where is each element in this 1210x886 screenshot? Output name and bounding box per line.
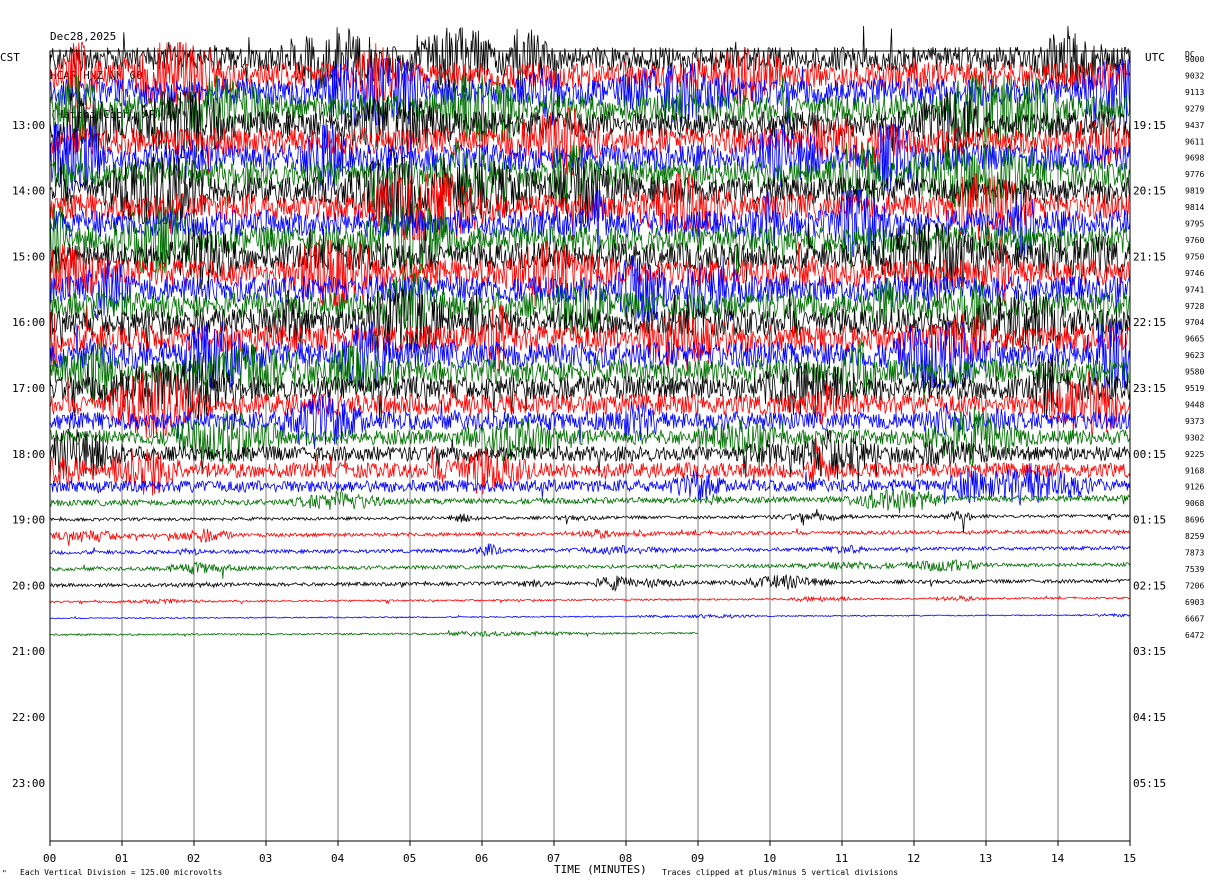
left-hour-label: 19:00 (12, 514, 45, 527)
x-tick-label: 11 (835, 852, 848, 865)
seismic-traces (49, 25, 1131, 638)
right-hour-label: 01:15 (1133, 514, 1166, 527)
trace-line (49, 573, 1131, 592)
dc-offset-label: 9168 (1185, 466, 1204, 475)
dc-offset-label: 9776 (1185, 170, 1204, 179)
right-hour-label: 03:15 (1133, 645, 1166, 658)
left-hour-label: 16:00 (12, 316, 45, 329)
dc-offset-label: 9302 (1185, 433, 1204, 442)
dc-offset-labels: 9000 9032 9113 9279 9437 9611 9698 9776 9819 9814… (1185, 55, 1204, 640)
dc-offset-label: 9437 (1185, 121, 1204, 130)
trace-line (49, 488, 1131, 514)
dc-offset-label: 9750 (1185, 252, 1204, 261)
trace-line (49, 630, 699, 638)
dc-offset-label: 9665 (1185, 335, 1204, 344)
dc-offset-label: 9000 (1185, 55, 1204, 64)
x-tick-label: 06 (475, 852, 488, 865)
trace-line (49, 437, 1131, 496)
dc-offset-label: 9279 (1185, 104, 1204, 113)
vertical-division-note: Each Vertical Division = 125.00 microvol… (20, 868, 222, 877)
dc-offset-label: 9704 (1185, 318, 1204, 327)
dc-offset-label: 6472 (1185, 631, 1204, 640)
dc-offset-label: 9068 (1185, 499, 1204, 508)
trace-line (49, 543, 1131, 557)
x-tick-label: 09 (691, 852, 704, 865)
x-tick-label: 14 (1051, 852, 1065, 865)
left-hour-label: 20:00 (12, 579, 45, 592)
right-hour-label: 20:15 (1133, 185, 1166, 198)
x-axis-ticks: 00 01 02 03 04 05 06 07 08 09 10 11 12 13 14 15 (43, 841, 1136, 865)
right-hour-label: 22:15 (1133, 316, 1166, 329)
dc-offset-label: 7539 (1185, 565, 1204, 574)
dc-offset-label: 9611 (1185, 137, 1204, 146)
left-hour-label: 23:00 (12, 777, 45, 790)
clip-note: Traces clipped at plus/minus 5 vertical … (662, 868, 898, 877)
x-tick-label: 15 (1123, 852, 1136, 865)
left-hour-label: 14:00 (12, 185, 45, 198)
dc-offset-label: 9760 (1185, 236, 1204, 245)
left-hour-label: 17:00 (12, 382, 45, 395)
right-hour-label: 23:15 (1133, 382, 1166, 395)
x-tick-label: 12 (907, 852, 920, 865)
dc-offset-label: 9113 (1185, 88, 1204, 97)
dc-offset-label: 9373 (1185, 417, 1204, 426)
left-hour-label: 21:00 (12, 645, 45, 658)
x-tick-label: 13 (979, 852, 992, 865)
dc-offset-label: 9580 (1185, 368, 1204, 377)
left-hour-label: 15:00 (12, 250, 45, 263)
dc-offset-label: 9032 (1185, 71, 1204, 80)
right-hour-label: 04:15 (1133, 711, 1166, 724)
left-hour-label: 18:00 (12, 448, 45, 461)
left-hour-label: 13:00 (12, 119, 45, 132)
trace-line (49, 321, 1131, 390)
helicorder-plot: CST UTC DC 13:0014:0015:0016:0017:0018:0… (0, 25, 1204, 878)
x-tick-label: 02 (187, 852, 200, 865)
dc-offset-label: 9741 (1185, 285, 1204, 294)
right-timezone-label: UTC (1145, 51, 1165, 64)
left-timezone-label: CST (0, 51, 20, 64)
dc-offset-label: 7206 (1185, 581, 1204, 590)
trace-line (49, 559, 1131, 579)
dc-offset-label: 9448 (1185, 400, 1204, 409)
trace-line (49, 528, 1131, 547)
left-hour-label: 22:00 (12, 711, 45, 724)
x-tick-label: 00 (43, 852, 56, 865)
trace-line (49, 613, 1131, 620)
left-hour-labels: 13:00 14:00 15:00 16:00 17:00 18:00 19:00 20:00… (12, 119, 45, 790)
x-tick-label: 01 (115, 852, 128, 865)
x-tick-label: 05 (403, 852, 416, 865)
corner-mark: " (2, 869, 7, 878)
x-tick-label: 04 (331, 852, 345, 865)
dc-offset-label: 6667 (1185, 614, 1204, 623)
right-hour-label: 02:15 (1133, 579, 1166, 592)
right-hour-label: 21:15 (1133, 250, 1166, 263)
dc-offset-label: 9225 (1185, 450, 1204, 459)
x-tick-label: 03 (259, 852, 272, 865)
dc-offset-label: 9814 (1185, 203, 1204, 212)
dc-offset-label: 9623 (1185, 351, 1204, 360)
x-axis-title: TIME (MINUTES) (554, 863, 647, 876)
dc-offset-label: 9126 (1185, 483, 1204, 492)
dc-offset-label: 7873 (1185, 549, 1204, 558)
right-hour-label: 19:15 (1133, 119, 1166, 132)
trace-line (49, 594, 1131, 605)
dc-offset-label: 9746 (1185, 269, 1204, 278)
trace-line (49, 509, 1131, 533)
right-hour-label: 00:15 (1133, 448, 1166, 461)
right-hour-labels: 19:15 20:15 21:15 22:15 23:15 00:15 01:15 02:15… (1133, 119, 1166, 790)
dc-offset-label: 9795 (1185, 220, 1204, 229)
x-tick-label: 10 (763, 852, 776, 865)
right-hour-label: 05:15 (1133, 777, 1166, 790)
dc-offset-label: 9698 (1185, 154, 1204, 163)
dc-offset-label: 9819 (1185, 187, 1204, 196)
dc-offset-label: 6903 (1185, 598, 1204, 607)
dc-offset-label: 8259 (1185, 532, 1204, 541)
dc-offset-label: 9519 (1185, 384, 1204, 393)
dc-offset-label: 9728 (1185, 302, 1204, 311)
dc-offset-label: 8696 (1185, 516, 1204, 525)
